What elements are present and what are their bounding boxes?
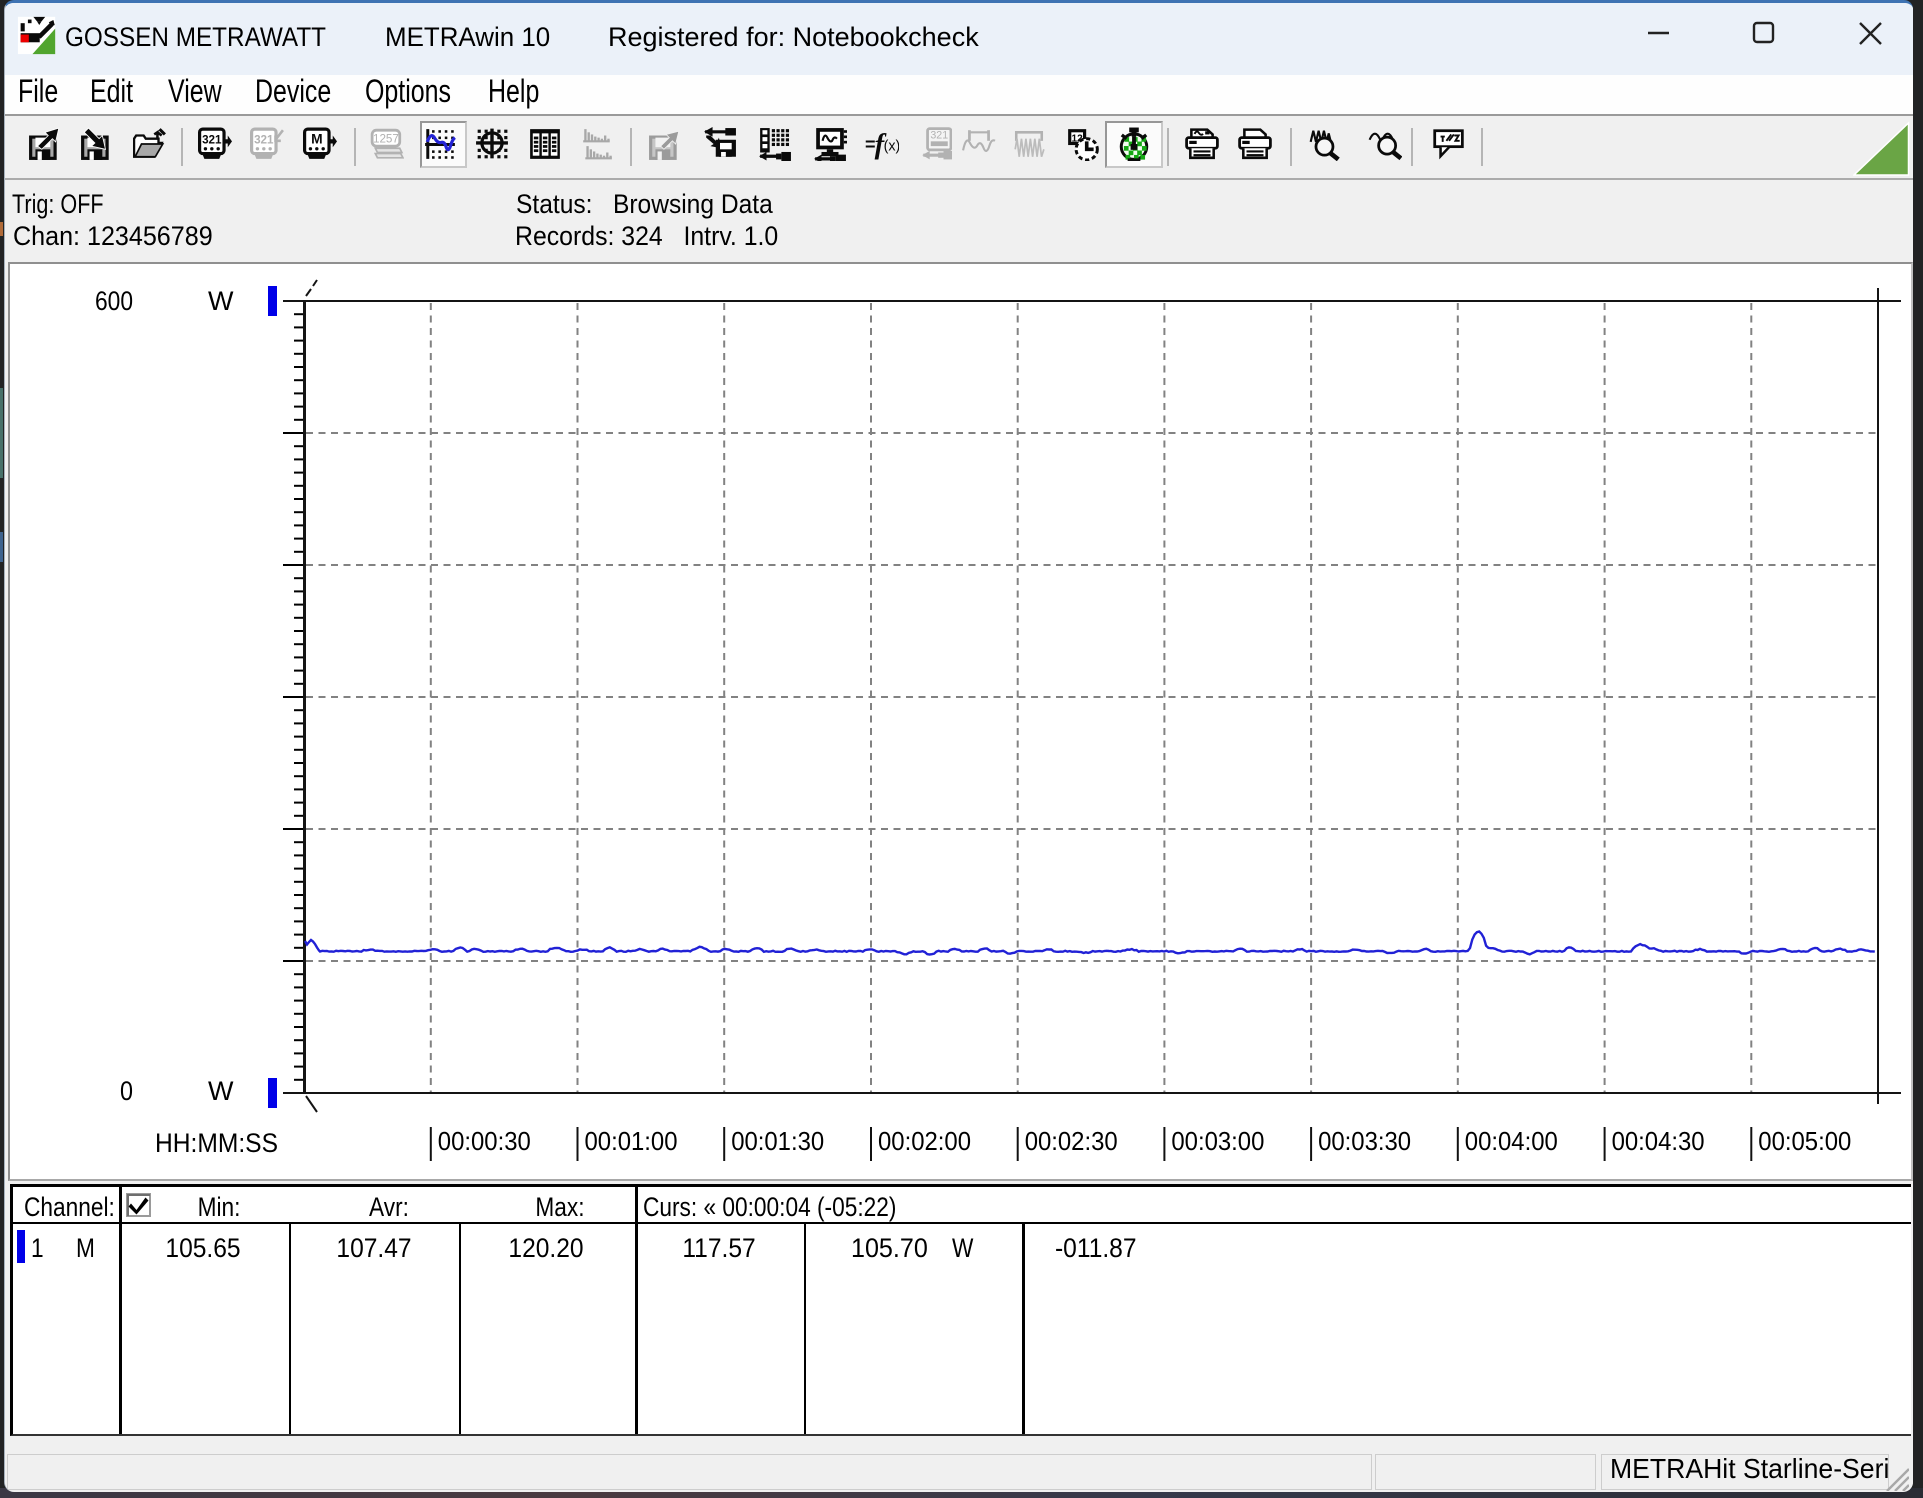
svg-text:00:02:00: 00:02:00: [878, 1126, 971, 1156]
svg-text:00:01:30: 00:01:30: [731, 1126, 824, 1156]
svg-text:W: W: [208, 1076, 234, 1106]
svg-text:HH:MM:SS: HH:MM:SS: [155, 1128, 278, 1158]
svg-text:00:05:00: 00:05:00: [1758, 1126, 1851, 1156]
svg-text:00:04:00: 00:04:00: [1465, 1126, 1558, 1156]
svg-text:00:03:00: 00:03:00: [1171, 1126, 1264, 1156]
svg-text:0: 0: [120, 1076, 133, 1106]
svg-text:00:00:30: 00:00:30: [438, 1126, 531, 1156]
svg-text:00:03:30: 00:03:30: [1318, 1126, 1411, 1156]
svg-text:W: W: [208, 286, 234, 316]
svg-text:00:04:30: 00:04:30: [1612, 1126, 1705, 1156]
svg-text:00:01:00: 00:01:00: [585, 1126, 678, 1156]
svg-text:600: 600: [95, 286, 133, 316]
svg-text:00:02:30: 00:02:30: [1025, 1126, 1118, 1156]
